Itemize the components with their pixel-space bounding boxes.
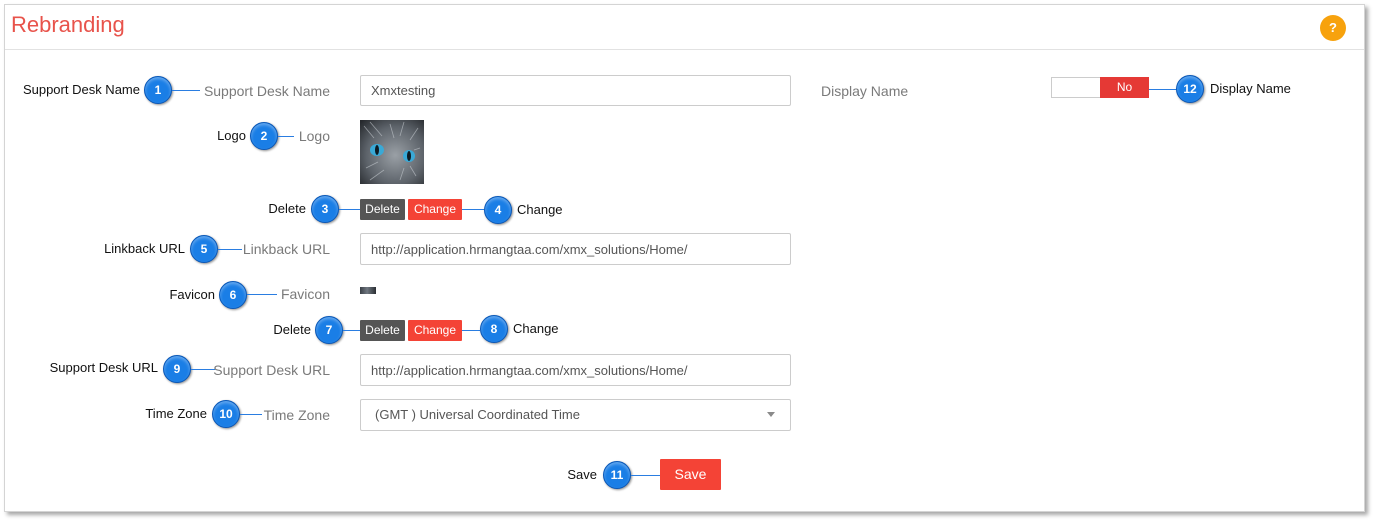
favicon-label: Favicon — [280, 286, 330, 302]
time-zone-select[interactable]: (GMT ) Universal Coordinated Time — [360, 399, 791, 431]
callout-text: Change — [517, 202, 563, 217]
question-circle-icon[interactable]: ? — [1320, 15, 1346, 41]
logo-image — [360, 120, 424, 184]
logo-label: Logo — [298, 128, 330, 144]
favicon-delete-button[interactable]: Delete — [360, 320, 405, 341]
callout-badge: 12 — [1176, 75, 1204, 103]
page-title: Rebranding — [11, 12, 125, 37]
time-zone-label: Time Zone — [263, 407, 330, 423]
linkback-url-label: Linkback URL — [242, 241, 330, 257]
callout-connector — [462, 209, 484, 210]
callout-badge: 7 — [315, 316, 343, 344]
callout-text: Display Name — [1210, 81, 1291, 96]
callout-connector — [1149, 89, 1177, 90]
linkback-url-input[interactable] — [360, 233, 791, 265]
header-divider — [5, 49, 1364, 50]
callout-text: Delete — [273, 322, 311, 337]
display-name-toggle[interactable]: No — [1051, 77, 1149, 98]
callout-text: Save — [567, 467, 597, 482]
callout-connector — [462, 330, 480, 331]
favicon-change-button[interactable]: Change — [408, 320, 462, 341]
support-desk-name-input[interactable] — [360, 75, 791, 106]
favicon-image — [360, 287, 376, 294]
support-desk-name-label: Support Desk Name — [203, 83, 330, 99]
callout-text: Support Desk Name — [22, 82, 140, 97]
callout-text: Change — [513, 321, 559, 336]
save-button[interactable]: Save — [660, 459, 721, 490]
toggle-state-label: No — [1100, 77, 1149, 98]
callout-badge: 11 — [603, 461, 631, 489]
time-zone-selected-value: (GMT ) Universal Coordinated Time — [375, 407, 580, 422]
callout-badge: 3 — [311, 195, 339, 223]
callout-text: Support Desk URL — [49, 360, 158, 375]
display-name-label: Display Name — [821, 83, 909, 99]
logo-delete-button[interactable]: Delete — [360, 199, 405, 220]
support-desk-url-label: Support Desk URL — [213, 362, 330, 378]
callout-text: Delete — [268, 201, 306, 216]
caret-down-icon[interactable] — [767, 412, 775, 417]
callout-connector — [631, 475, 660, 476]
callout-connector — [339, 209, 360, 210]
callout-badge: 8 — [480, 315, 508, 343]
logo-change-button[interactable]: Change — [408, 199, 462, 220]
support-desk-url-input[interactable] — [360, 354, 791, 386]
callout-badge: 4 — [484, 196, 512, 224]
callout-connector — [343, 330, 360, 331]
